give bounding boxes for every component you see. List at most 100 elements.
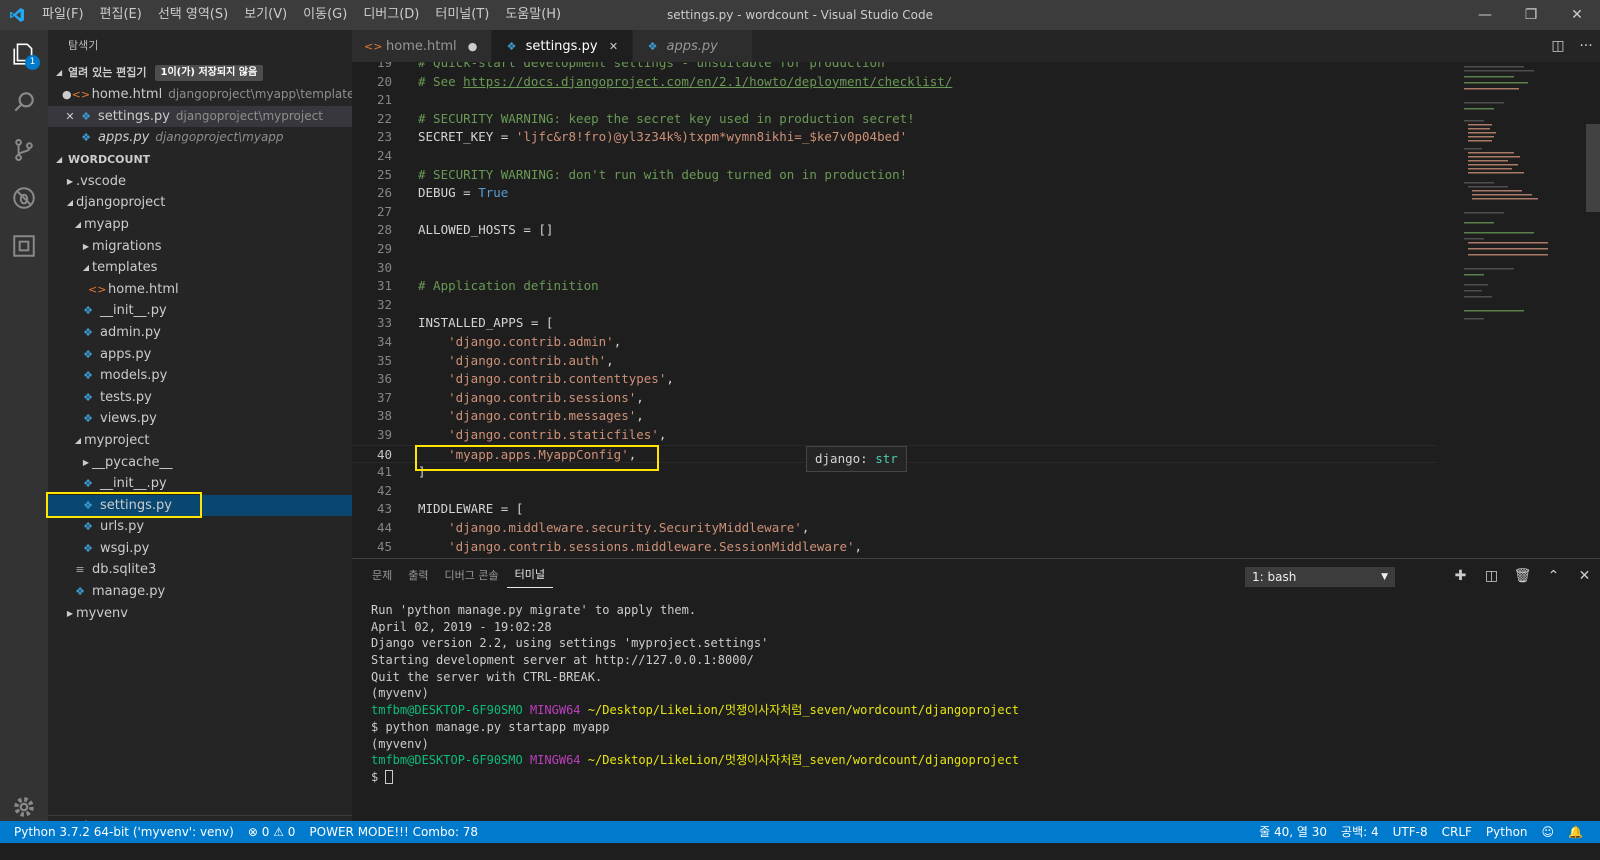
open-editor-item[interactable]: ● <> home.html djangoproject\myapp\template…	[48, 84, 361, 106]
notifications-bell-icon[interactable]: 🔔	[1561, 821, 1590, 843]
tree-file[interactable]: ❖ manage.py	[48, 581, 352, 603]
panel-tab[interactable]: 디버그 콘솔	[437, 559, 507, 593]
tree-folder[interactable]: ◢ djangoproject	[48, 192, 352, 214]
line-number: 43	[376, 501, 392, 517]
menu-item[interactable]: 선택 영역(S)	[150, 0, 236, 30]
split-terminal-icon[interactable]: ◫	[1476, 568, 1507, 584]
code-token: True	[478, 185, 509, 201]
python-file-icon: ❖	[83, 541, 93, 555]
dirty-dot-icon[interactable]: ●	[62, 84, 72, 106]
workspace-header[interactable]: ◢ WORDCOUNT	[48, 149, 352, 171]
close-panel-icon[interactable]: ✕	[1569, 568, 1600, 584]
tree-folder[interactable]: ◢ templates	[48, 257, 352, 279]
cursor-position[interactable]: 줄 40, 열 30	[1252, 821, 1334, 843]
menu-item[interactable]: 터미널(T)	[427, 0, 497, 30]
menu-item[interactable]: 도움말(H)	[497, 0, 569, 30]
tree-folder[interactable]: ▶ myvenv	[48, 603, 352, 625]
feedback-smiley-icon[interactable]: ☺	[1535, 821, 1562, 843]
close-icon[interactable]: ✕	[62, 106, 78, 128]
tree-file[interactable]: ❖ __init__.py	[48, 300, 352, 322]
scrollbar-thumb[interactable]	[1586, 124, 1600, 212]
new-terminal-icon[interactable]: ✚	[1445, 568, 1476, 584]
code-token: MIDDLEWARE = [	[418, 501, 524, 517]
selected-file-highlight	[46, 492, 202, 518]
tree-file[interactable]: <> home.html	[48, 279, 352, 301]
tree-file[interactable]: ❖ tests.py	[48, 387, 352, 409]
tree-file[interactable]: ❖ apps.py	[48, 344, 352, 366]
close-tab-icon[interactable]: ✕	[608, 40, 620, 53]
search-icon[interactable]	[0, 78, 48, 126]
minimize-icon[interactable]: —	[1462, 0, 1508, 30]
maximize-panel-icon[interactable]: ⌃	[1538, 568, 1569, 584]
tree-file[interactable]: ❖ views.py	[48, 408, 352, 430]
installed-app-highlight	[415, 445, 659, 471]
split-editor-icon[interactable]: ◫	[1544, 38, 1572, 54]
explorer-icon[interactable]: 1	[0, 30, 48, 78]
terminal-line: April 02, 2019 - 19:02:28	[371, 619, 1019, 636]
menu-item[interactable]: 보기(V)	[236, 0, 295, 30]
tree-folder[interactable]: ▶ .vscode	[48, 171, 352, 193]
terminal-line: $	[371, 769, 1019, 786]
more-actions-icon[interactable]: ···	[1572, 38, 1600, 54]
indentation[interactable]: 공백: 4	[1334, 821, 1386, 843]
open-editor-item[interactable]: ❖ apps.py djangoproject\myapp	[48, 127, 352, 149]
editor-scrollbar[interactable]	[1586, 62, 1600, 558]
terminal-select[interactable]: 1: bash ▼	[1245, 567, 1395, 587]
tree-folder[interactable]: ▶ __pycache__	[48, 452, 352, 474]
terminal-output[interactable]: Run 'python manage.py migrate' to apply …	[371, 602, 1019, 786]
minimap[interactable]	[1460, 62, 1560, 558]
dirty-dot-icon[interactable]: ●	[467, 40, 479, 53]
code-line: 31 # Application definition	[352, 277, 1437, 296]
kill-terminal-icon[interactable]: 🗑	[1507, 568, 1538, 584]
open-editor-item[interactable]: ✕ ❖ settings.py djangoproject\myproject	[48, 105, 352, 128]
open-editors-list: ● <> home.html djangoproject\myapp\template…	[48, 84, 361, 149]
panel-tab[interactable]: 터미널	[506, 564, 553, 588]
code-token: 'django.contrib.auth'	[448, 352, 607, 368]
menu-item[interactable]: 파일(F)	[34, 0, 92, 30]
terminal-cursor	[385, 770, 394, 785]
language-mode[interactable]: Python	[1479, 821, 1535, 843]
open-editors-header[interactable]: ◢ 열려 있는 편집기 1이(가) 저장되지 않음	[48, 62, 352, 84]
html-file-icon: <>	[88, 282, 107, 296]
tree-file[interactable]: ❖ admin.py	[48, 322, 352, 344]
panel-tab[interactable]: 출력	[400, 559, 436, 593]
tree-file[interactable]: ❖ models.py	[48, 365, 352, 387]
tree-item-label: migrations	[92, 238, 162, 254]
code-editor[interactable]: 19 # Quick-start development settings - u…	[352, 62, 1600, 558]
code-token: ,	[658, 427, 667, 442]
close-window-icon[interactable]: ✕	[1554, 0, 1600, 30]
desktop-strip	[0, 843, 1600, 860]
terminal-line: Django version 2.2, using settings 'mypr…	[371, 635, 1019, 652]
menu-item[interactable]: 디버그(D)	[355, 0, 427, 30]
line-number: 39	[376, 427, 392, 442]
line-number: 38	[376, 408, 392, 424]
python-interpreter[interactable]: Python 3.7.2 64-bit ('myvenv': venv)	[0, 821, 241, 843]
line-ending[interactable]: CRLF	[1435, 821, 1479, 843]
tree-folder[interactable]: ◢ myproject	[48, 430, 352, 452]
tree-file[interactable]: ❖ wsgi.py	[48, 538, 352, 560]
window-controls: — ❐ ✕	[1462, 0, 1600, 30]
activity-bar: 1	[0, 30, 48, 837]
menu-item[interactable]: 이동(G)	[295, 0, 355, 30]
extensions-icon[interactable]	[0, 222, 48, 270]
tree-folder[interactable]: ◢ myapp	[48, 214, 352, 236]
menu-item[interactable]: 편집(E)	[92, 0, 150, 30]
tree-folder[interactable]: ▶ migrations	[48, 236, 352, 258]
tree-file[interactable]: ❖ urls.py	[48, 516, 352, 538]
tab-home-html[interactable]: <> home.html ●	[352, 30, 492, 62]
menu-bar: 파일(F) 편집(E) 선택 영역(S) 보기(V) 이동(G) 디버그(D) 터미널(T)…	[34, 0, 569, 30]
code-token: # Application definition	[418, 278, 599, 294]
source-control-icon[interactable]	[0, 126, 48, 174]
hover-tooltip: django: str	[806, 446, 907, 472]
tab-settings-py[interactable]: ❖ settings.py ✕	[491, 30, 633, 62]
line-code: # See https://docs.djangoproject.com/en/…	[418, 73, 952, 92]
problems-indicator[interactable]: ⊗ 0 ⚠ 0	[241, 821, 303, 843]
panel-tab[interactable]: 문제	[364, 559, 400, 593]
encoding[interactable]: UTF-8	[1386, 821, 1435, 843]
tab-apps-py[interactable]: ❖ apps.py	[632, 30, 753, 62]
restore-icon[interactable]: ❐	[1508, 0, 1554, 30]
code-token: ,	[666, 371, 674, 387]
tree-file[interactable]: ≡ db.sqlite3	[48, 559, 352, 581]
debug-icon[interactable]	[0, 174, 48, 222]
